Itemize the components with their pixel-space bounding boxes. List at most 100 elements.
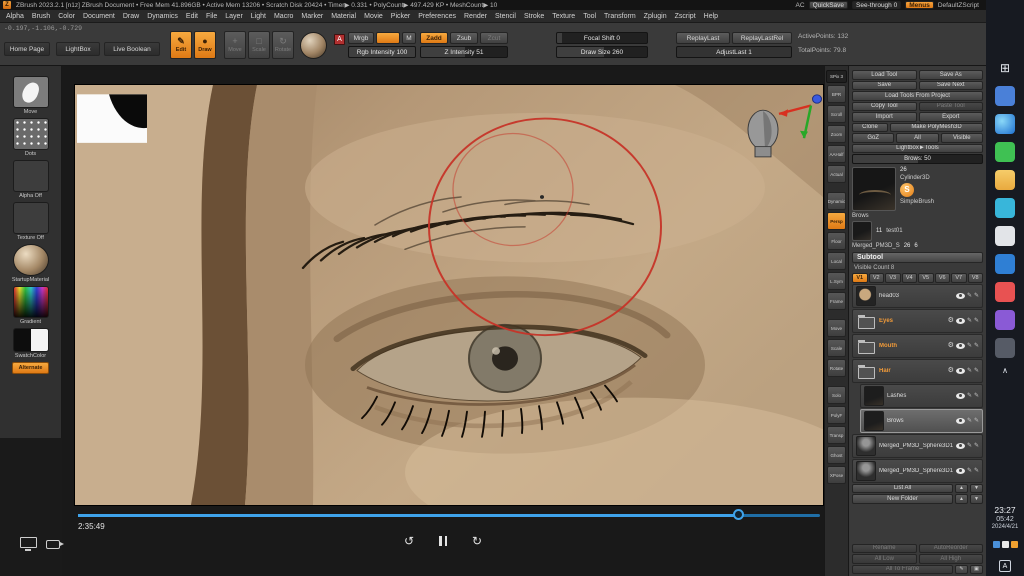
shelf-button[interactable]: BPR xyxy=(827,85,846,103)
move-mode-button[interactable]: + Move xyxy=(224,31,246,59)
timeline-scrubber-handle[interactable] xyxy=(733,509,744,520)
sculpt-viewport[interactable] xyxy=(75,85,823,505)
forward-button[interactable]: ↻ xyxy=(469,534,485,548)
list-all-button[interactable]: List All xyxy=(852,484,953,494)
paint-brush-icon[interactable]: ✎ xyxy=(974,293,979,299)
paint-brush-icon[interactable]: ✎ xyxy=(974,393,979,399)
left-tray-item[interactable]: SwatchColor xyxy=(1,328,61,359)
merged-tool-label[interactable]: Merged_PM3D_S xyxy=(852,243,900,249)
paint-brush-icon[interactable]: ✎ xyxy=(974,318,979,324)
import-button[interactable]: Import xyxy=(852,112,917,122)
quicksave-button[interactable]: QuickSave xyxy=(809,1,848,9)
visibility-tab[interactable]: V7 xyxy=(951,273,967,283)
folder-gear-icon[interactable]: ⚙ xyxy=(948,367,954,374)
shelf-button[interactable]: Actual xyxy=(827,165,846,183)
copy-tool-button[interactable]: Copy Tool xyxy=(852,102,917,112)
left-tray-thumbnail[interactable] xyxy=(13,244,49,276)
menu-item[interactable]: Zplugin xyxy=(644,13,667,20)
display-monitor-icon[interactable] xyxy=(20,537,37,548)
menu-item[interactable]: Preferences xyxy=(418,13,456,20)
current-material-orb[interactable] xyxy=(300,32,327,59)
subtool-row[interactable]: Merged_PM3D_Sphere3D1_20 ⚙ ✎ ✎ xyxy=(852,434,983,458)
sculpt-brush-icon[interactable]: ✎ xyxy=(967,468,972,474)
folder-gear-icon[interactable]: ⚙ xyxy=(948,342,954,349)
left-tray-item[interactable]: Alpha Off xyxy=(1,160,61,199)
home-page-button[interactable]: Home Page xyxy=(4,42,50,56)
subtool-row[interactable]: head03 ⚙ ✎ ✎ xyxy=(852,284,983,308)
visibility-eye-icon[interactable] xyxy=(956,343,965,349)
menu-item[interactable]: Alpha xyxy=(6,13,24,20)
subtool-row[interactable]: Lashes ⚙ ✎ ✎ xyxy=(860,384,983,408)
subtool-section-header[interactable]: Subtool xyxy=(852,252,983,263)
subtool-thumbnail[interactable] xyxy=(856,286,876,306)
purple-app-icon[interactable] xyxy=(995,310,1015,330)
menu-item[interactable]: Render xyxy=(464,13,487,20)
export-button[interactable]: Export xyxy=(919,112,984,122)
teams-chat-icon[interactable] xyxy=(995,86,1015,106)
default-zscript-label[interactable]: DefaultZScript xyxy=(938,2,979,9)
wechat-icon[interactable] xyxy=(995,142,1015,162)
photos-icon[interactable] xyxy=(995,198,1015,218)
menu-item[interactable]: Dynamics xyxy=(147,13,178,20)
sculpt-brush-icon[interactable]: ✎ xyxy=(967,443,972,449)
visibility-tab[interactable]: V4 xyxy=(902,273,918,283)
sculpt-brush-icon[interactable]: ✎ xyxy=(967,318,972,324)
zsub-button[interactable]: Zsub xyxy=(450,32,478,44)
document-canvas[interactable]: 2:35:49 ↺ ↻ xyxy=(62,66,824,576)
subtool-row[interactable]: Merged_PM3D_Sphere3D1_19 ⚙ ✎ ✎ xyxy=(852,459,983,483)
shelf-button[interactable]: Scroll xyxy=(827,105,846,123)
playback-timeline[interactable] xyxy=(78,514,820,517)
replay-last-button[interactable]: ReplayLast xyxy=(676,32,730,44)
shelf-button[interactable]: Ghost xyxy=(827,446,846,464)
shelf-button[interactable]: PolyF xyxy=(827,406,846,424)
load-tools-from-project-button[interactable]: Load Tools From Project xyxy=(852,91,983,101)
subtool-thumbnail[interactable] xyxy=(856,436,876,456)
left-tray-thumbnail[interactable] xyxy=(13,202,49,234)
shelf-button[interactable]: L.Sym xyxy=(827,272,846,290)
left-tray-thumbnail[interactable] xyxy=(13,160,49,192)
clone-button[interactable]: Clone xyxy=(852,123,888,133)
camera-icon[interactable] xyxy=(46,540,60,549)
menu-item[interactable]: Tool xyxy=(583,13,596,20)
subtool-thumbnail[interactable] xyxy=(864,386,884,406)
edit-mode-button[interactable]: ✎ Edit xyxy=(170,31,192,59)
sculpt-brush-icon[interactable]: ✎ xyxy=(967,393,972,399)
menu-item[interactable]: Light xyxy=(251,13,266,20)
menu-item[interactable]: Help xyxy=(704,13,718,20)
menu-item[interactable]: Stroke xyxy=(524,13,544,20)
sculpt-brush-icon[interactable]: ✎ xyxy=(967,293,972,299)
folder-down-button[interactable]: ▼ xyxy=(970,494,983,504)
mrgb-button[interactable]: Mrgb xyxy=(348,32,374,44)
visibility-eye-icon[interactable] xyxy=(956,418,965,424)
menu-item[interactable]: Color xyxy=(58,13,75,20)
menu-item[interactable]: Macro xyxy=(274,13,293,20)
subtool-row[interactable]: Hair ⚙ ✎ ✎ xyxy=(852,359,983,383)
visibility-eye-icon[interactable] xyxy=(956,468,965,474)
focal-shift-slider[interactable]: Focal Shift 0 xyxy=(556,32,648,44)
menu-item[interactable]: File xyxy=(206,13,217,20)
simple-brush-icon[interactable]: S xyxy=(900,183,914,197)
paint-brush-icon[interactable]: ✎ xyxy=(974,343,979,349)
lightbox-button[interactable]: LightBox xyxy=(56,42,100,56)
move-subtool-up-button[interactable]: ▲ xyxy=(955,484,968,494)
goz-button[interactable]: GoZ xyxy=(852,133,894,143)
new-folder-button[interactable]: New Folder xyxy=(852,494,953,504)
menu-item[interactable]: Layer xyxy=(225,13,243,20)
paint-brush-icon[interactable]: ✎ xyxy=(974,368,979,374)
live-boolean-button[interactable]: Live Boolean xyxy=(104,42,160,56)
menu-item[interactable]: Texture xyxy=(552,13,575,20)
subtool-row[interactable]: Mouth ⚙ ✎ ✎ xyxy=(852,334,983,358)
shelf-button[interactable]: XPose xyxy=(827,466,846,484)
shelf-button[interactable]: Local xyxy=(827,252,846,270)
visibility-tab[interactable]: V2 xyxy=(869,273,885,283)
rgb-intensity-slider[interactable]: Rgb Intensity 100 xyxy=(348,46,416,58)
adjust-last-slider[interactable]: AdjustLast 1 xyxy=(676,46,792,58)
shelf-button[interactable]: Rotate xyxy=(827,359,846,377)
shelf-button[interactable]: Transp xyxy=(827,426,846,444)
visibility-eye-icon[interactable] xyxy=(956,318,965,324)
subtool-thumbnail[interactable] xyxy=(856,361,876,381)
red-app-icon[interactable] xyxy=(995,282,1015,302)
subtool-thumbnail[interactable] xyxy=(856,461,876,481)
shelf-button[interactable]: Frame xyxy=(827,292,846,310)
menu-item[interactable]: Movie xyxy=(364,13,383,20)
